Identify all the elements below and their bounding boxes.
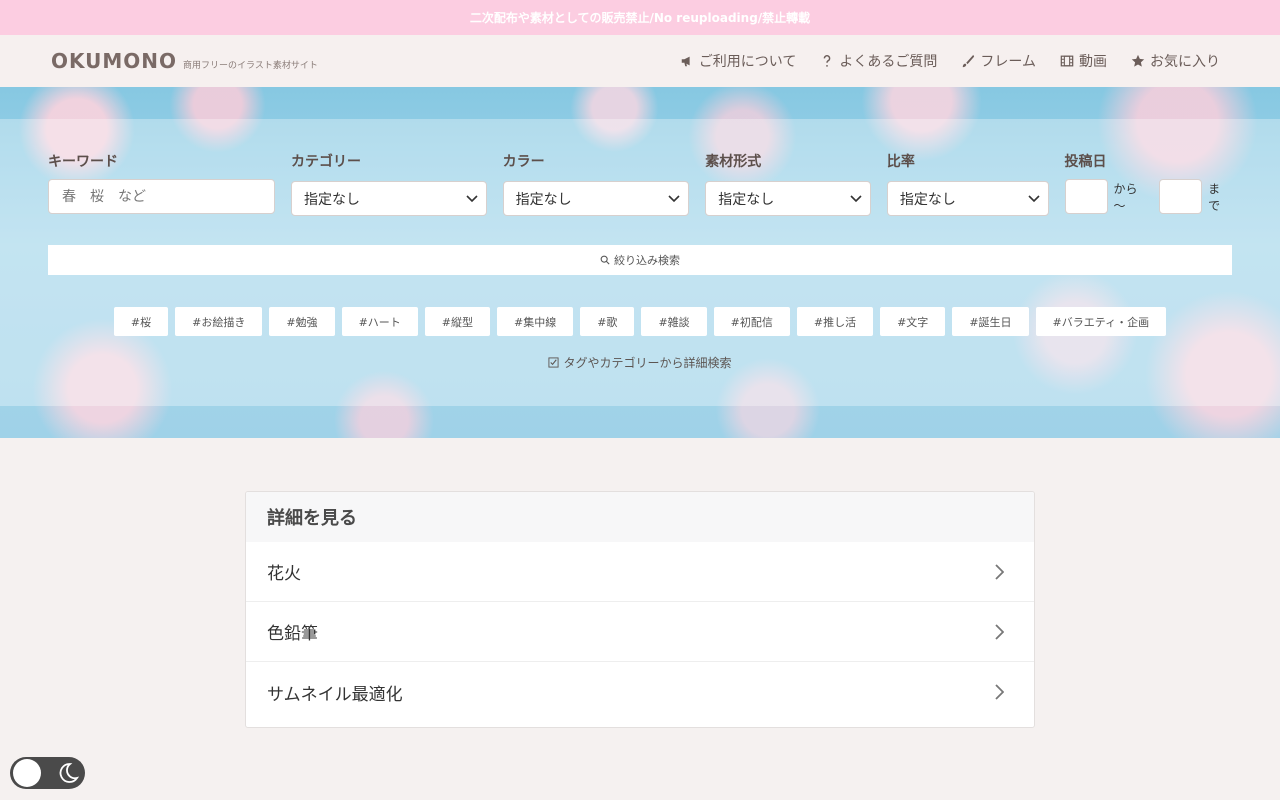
logo-wordmark: OKUMONO (51, 49, 178, 73)
chevron-right-icon (995, 623, 1004, 640)
nav-label: お気に入り (1150, 54, 1220, 70)
filter-color: カラー 指定なし (502, 151, 690, 216)
category-select[interactable]: 指定なし (291, 181, 487, 216)
chevron-down-icon (1027, 194, 1040, 202)
color-select[interactable]: 指定なし (502, 181, 690, 216)
tag-chip[interactable]: #推し活 (796, 307, 874, 336)
logo-tagline: 商用フリーのイラスト素材サイト (183, 61, 318, 71)
nav-label: よくあるご質問 (839, 54, 938, 70)
tag-list: #桜 #お絵描き #勉強 #ハート #縦型 #集中線 #歌 #雑談 #初配信 #… (48, 307, 1232, 336)
tag-chip[interactable]: #文字 (880, 307, 946, 336)
chevron-down-icon (850, 194, 862, 202)
search-panel: キーワード カテゴリー 指定なし カラー 指定なし 素材形式 (48, 119, 1232, 371)
details-title: 詳細を見る (246, 492, 1034, 542)
tag-chip[interactable]: #縦型 (424, 307, 490, 336)
filter-label: 投稿日 (1064, 154, 1107, 170)
toggle-knob (13, 759, 41, 787)
filter-format: 素材形式 指定なし (705, 151, 871, 216)
star-icon (1131, 54, 1145, 68)
notice-bar: 二次配布や素材としての販売禁止/No reuploading/禁止轉載 (0, 0, 1280, 35)
tag-chip[interactable]: #誕生日 (952, 307, 1029, 336)
tag-chip[interactable]: #雑談 (641, 307, 707, 336)
film-icon (1060, 54, 1074, 68)
megaphone-icon (680, 54, 694, 68)
chevron-down-icon (466, 194, 478, 202)
date-to-input[interactable] (1159, 179, 1203, 214)
details-list: 詳細を見る 花火 色鉛筆 サムネイル最適化 (245, 491, 1035, 728)
tag-chip[interactable]: #歌 (580, 307, 635, 336)
filter-ratio: 比率 指定なし (886, 151, 1049, 216)
theme-toggle[interactable] (10, 757, 85, 789)
filter-search-button[interactable]: 絞り込み検索 (48, 245, 1232, 275)
filter-label: キーワード (48, 154, 118, 170)
keyword-input[interactable] (48, 179, 275, 214)
list-item[interactable]: 色鉛筆 (246, 602, 1034, 662)
filter-keyword: キーワード (48, 151, 275, 214)
main-nav: ご利用について よくあるご質問 フレーム 動画 お気に入り (680, 51, 1220, 71)
tag-chip[interactable]: #お絵描き (175, 307, 263, 336)
site-header: OKUMONO 商用フリーのイラスト素材サイト ご利用について よくあるご質問 … (0, 35, 1280, 87)
nav-item-faq[interactable]: よくあるご質問 (820, 51, 937, 71)
advanced-search-label: タグやカテゴリーから詳細検索 (563, 356, 732, 370)
list-item[interactable]: 花火 (246, 542, 1034, 602)
filter-label: 比率 (886, 154, 915, 170)
tag-chip[interactable]: #初配信 (713, 307, 790, 336)
tag-chip[interactable]: #集中線 (497, 307, 574, 336)
list-item[interactable]: サムネイル最適化 (246, 662, 1034, 722)
ratio-select[interactable]: 指定なし (886, 181, 1049, 216)
filter-date: 投稿日 から 〜 まで (1064, 151, 1232, 214)
filter-category: カテゴリー 指定なし (291, 151, 487, 216)
tag-chip[interactable]: #勉強 (269, 307, 335, 336)
date-from-input[interactable] (1064, 179, 1108, 214)
search-button-label: 絞り込み検索 (614, 254, 680, 267)
nav-item-usage[interactable]: ご利用について (680, 51, 797, 71)
question-icon (820, 54, 834, 68)
nav-label: ご利用について (698, 54, 797, 70)
tag-chip[interactable]: #バラエティ・企画 (1035, 307, 1167, 336)
select-value: 指定なし (515, 191, 572, 208)
notice-text: 二次配布や素材としての販売禁止/No reuploading/禁止轉載 (469, 11, 811, 25)
date-to-text: まで (1208, 181, 1221, 213)
nav-label: 動画 (1079, 54, 1107, 70)
advanced-search-link[interactable]: タグやカテゴリーから詳細検索 (48, 354, 1232, 371)
tag-chip[interactable]: #桜 (113, 307, 169, 336)
select-value: 指定なし (718, 191, 775, 208)
select-value: 指定なし (899, 191, 956, 208)
chevron-down-icon (668, 194, 680, 202)
filter-label: カラー (502, 154, 545, 170)
date-range: から 〜 まで (1064, 179, 1232, 214)
list-item-label: サムネイル最適化 (267, 684, 403, 705)
list-item-label: 色鉛筆 (267, 624, 318, 644)
date-from-text: から 〜 (1113, 181, 1138, 213)
nav-item-video[interactable]: 動画 (1060, 51, 1107, 71)
select-value: 指定なし (304, 191, 360, 208)
brush-icon (961, 54, 975, 68)
chevron-right-icon (995, 563, 1004, 580)
filter-row: キーワード カテゴリー 指定なし カラー 指定なし 素材形式 (48, 151, 1232, 216)
filter-label: カテゴリー (291, 154, 361, 170)
search-icon (600, 255, 610, 265)
format-select[interactable]: 指定なし (705, 181, 871, 216)
nav-item-favorites[interactable]: お気に入り (1131, 51, 1220, 71)
search-hero: キーワード カテゴリー 指定なし カラー 指定なし 素材形式 (0, 87, 1280, 438)
chevron-right-icon (995, 684, 1004, 700)
nav-item-frame[interactable]: フレーム (961, 51, 1036, 71)
checkbox-icon (548, 357, 560, 368)
tag-chip[interactable]: #ハート (341, 307, 418, 336)
filter-label: 素材形式 (705, 154, 762, 170)
site-logo[interactable]: OKUMONO 商用フリーのイラスト素材サイト (51, 49, 318, 73)
moon-icon (59, 763, 79, 783)
nav-label: フレーム (980, 54, 1036, 70)
list-item-label: 花火 (267, 564, 301, 584)
